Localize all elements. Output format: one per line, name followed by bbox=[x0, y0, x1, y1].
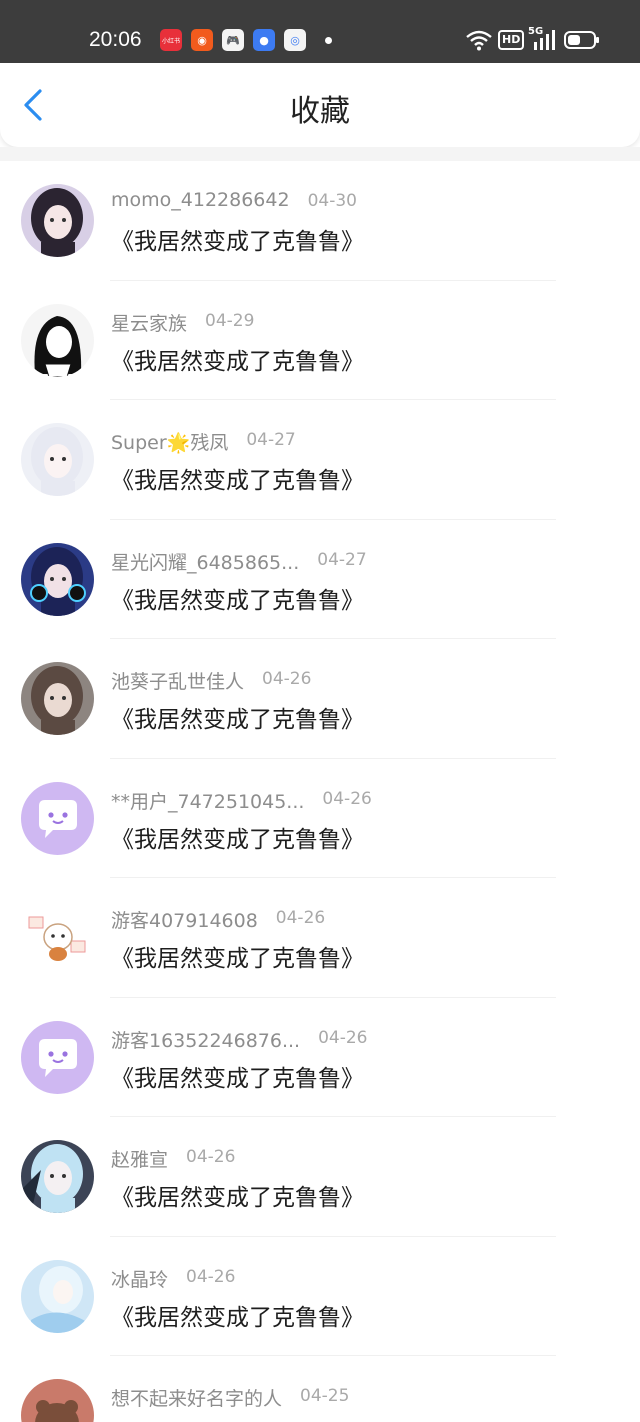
list-item[interactable]: 星云家族 04-29 《我居然变成了克鲁鲁》 bbox=[0, 281, 640, 400]
book-title: 《我居然变成了克鲁鲁》 bbox=[111, 468, 364, 494]
date-label: 04-26 bbox=[318, 1027, 368, 1048]
list-item[interactable]: 赵雅宣 04-26 《我居然变成了克鲁鲁》 bbox=[0, 1117, 640, 1237]
username[interactable]: 游客16352246876... bbox=[111, 1026, 300, 1054]
list-item[interactable]: 星光闪耀_6485865... 04-27 《我居然变成了克鲁鲁》 bbox=[0, 520, 640, 639]
date-label: 04-27 bbox=[317, 549, 367, 570]
hd-badge: HD bbox=[498, 30, 525, 50]
list-item[interactable]: 池葵子乱世佳人 04-26 《我居然变成了克鲁鲁》 bbox=[0, 639, 640, 759]
username[interactable]: **用户_747251045... bbox=[111, 787, 304, 815]
book-title: 《我居然变成了克鲁鲁》 bbox=[111, 707, 364, 733]
username[interactable]: 游客407914608 bbox=[111, 906, 258, 934]
book-title: 《我居然变成了克鲁鲁》 bbox=[111, 1185, 364, 1211]
username[interactable]: 赵雅宣 bbox=[111, 1145, 168, 1173]
book-title: 《我居然变成了克鲁鲁》 bbox=[111, 348, 364, 375]
avatar[interactable] bbox=[21, 781, 94, 855]
avatar[interactable] bbox=[21, 303, 94, 377]
list-item[interactable]: **用户_747251045... 04-26 《我居然变成了克鲁鲁》 bbox=[0, 759, 640, 878]
username[interactable]: 星云家族 bbox=[111, 309, 187, 337]
favorites-list: momo_412286642 04-30 《我居然变成了克鲁鲁》 星云家族 04-29 《… bbox=[0, 161, 640, 1422]
page-title: 收藏 bbox=[290, 94, 350, 129]
username[interactable]: 池葵子乱世佳人 bbox=[111, 667, 244, 695]
list-item[interactable]: 想不起来好名字的人 04-25 bbox=[0, 1356, 640, 1422]
date-label: 04-26 bbox=[186, 1147, 236, 1167]
xiaohongshu-icon: 小红书 bbox=[160, 29, 182, 51]
kuaishou-icon: ◉ bbox=[191, 29, 213, 51]
header-gap bbox=[0, 147, 640, 161]
date-label: 04-25 bbox=[300, 1386, 350, 1406]
avatar[interactable] bbox=[21, 1020, 94, 1094]
avatar[interactable] bbox=[21, 184, 94, 257]
status-bar: 20:06 小红书 ◉ 🎮 ● ◎ HD 5G bbox=[0, 0, 640, 63]
avatar[interactable] bbox=[21, 1379, 94, 1422]
date-label: 04-27 bbox=[246, 430, 296, 450]
date-label: 04-26 bbox=[322, 788, 372, 809]
list-item[interactable]: momo_412286642 04-30 《我居然变成了克鲁鲁》 bbox=[0, 161, 640, 281]
list-item[interactable]: 游客16352246876... 04-26 《我居然变成了克鲁鲁》 bbox=[0, 998, 640, 1117]
browser-app-glyph: ◎ bbox=[290, 33, 300, 47]
browser-app-icon: ◎ bbox=[284, 29, 306, 51]
username[interactable]: Super🌟残凤 bbox=[111, 428, 228, 456]
kuaishou-glyph: ◉ bbox=[197, 33, 207, 47]
book-title: 《我居然变成了克鲁鲁》 bbox=[111, 946, 364, 972]
xiaohongshu-glyph: 小红书 bbox=[161, 37, 180, 45]
status-time: 20:06 bbox=[89, 28, 142, 51]
date-label: 04-29 bbox=[205, 310, 255, 331]
username[interactable]: 星光闪耀_6485865... bbox=[111, 548, 299, 576]
message-app-icon: ● bbox=[253, 29, 275, 51]
more-notifications-dot bbox=[325, 37, 332, 44]
signal-icon bbox=[534, 30, 555, 50]
game-center-glyph: 🎮 bbox=[226, 33, 240, 47]
book-title: 《我居然变成了克鲁鲁》 bbox=[111, 587, 364, 614]
battery-icon bbox=[564, 31, 599, 49]
avatar[interactable] bbox=[21, 542, 94, 616]
date-label: 04-30 bbox=[307, 191, 357, 211]
list-item[interactable]: Super🌟残凤 04-27 《我居然变成了克鲁鲁》 bbox=[0, 400, 640, 520]
message-app-glyph: ● bbox=[259, 33, 269, 47]
list-item[interactable]: 冰晶玲 04-26 《我居然变成了克鲁鲁》 bbox=[0, 1237, 640, 1356]
username[interactable]: momo_412286642 bbox=[111, 189, 290, 217]
avatar[interactable] bbox=[21, 1259, 94, 1333]
avatar[interactable] bbox=[21, 662, 94, 735]
list-item[interactable]: 游客407914608 04-26 《我居然变成了克鲁鲁》 bbox=[0, 878, 640, 998]
book-title: 《我居然变成了克鲁鲁》 bbox=[111, 229, 364, 255]
book-title: 《我居然变成了克鲁鲁》 bbox=[111, 1304, 364, 1331]
wifi-icon bbox=[466, 30, 492, 51]
book-title: 《我居然变成了克鲁鲁》 bbox=[111, 826, 364, 853]
date-label: 04-26 bbox=[262, 669, 312, 689]
avatar[interactable] bbox=[21, 423, 94, 496]
username[interactable]: 想不起来好名字的人 bbox=[111, 1384, 282, 1412]
date-label: 04-26 bbox=[275, 908, 326, 928]
avatar[interactable] bbox=[21, 901, 94, 974]
top-app-bar: 收藏 bbox=[0, 63, 640, 147]
username[interactable]: 冰晶玲 bbox=[111, 1265, 168, 1293]
game-center-icon: 🎮 bbox=[222, 29, 244, 51]
book-title: 《我居然变成了克鲁鲁》 bbox=[111, 1065, 364, 1092]
avatar[interactable] bbox=[21, 1140, 94, 1213]
date-label: 04-26 bbox=[186, 1266, 236, 1287]
